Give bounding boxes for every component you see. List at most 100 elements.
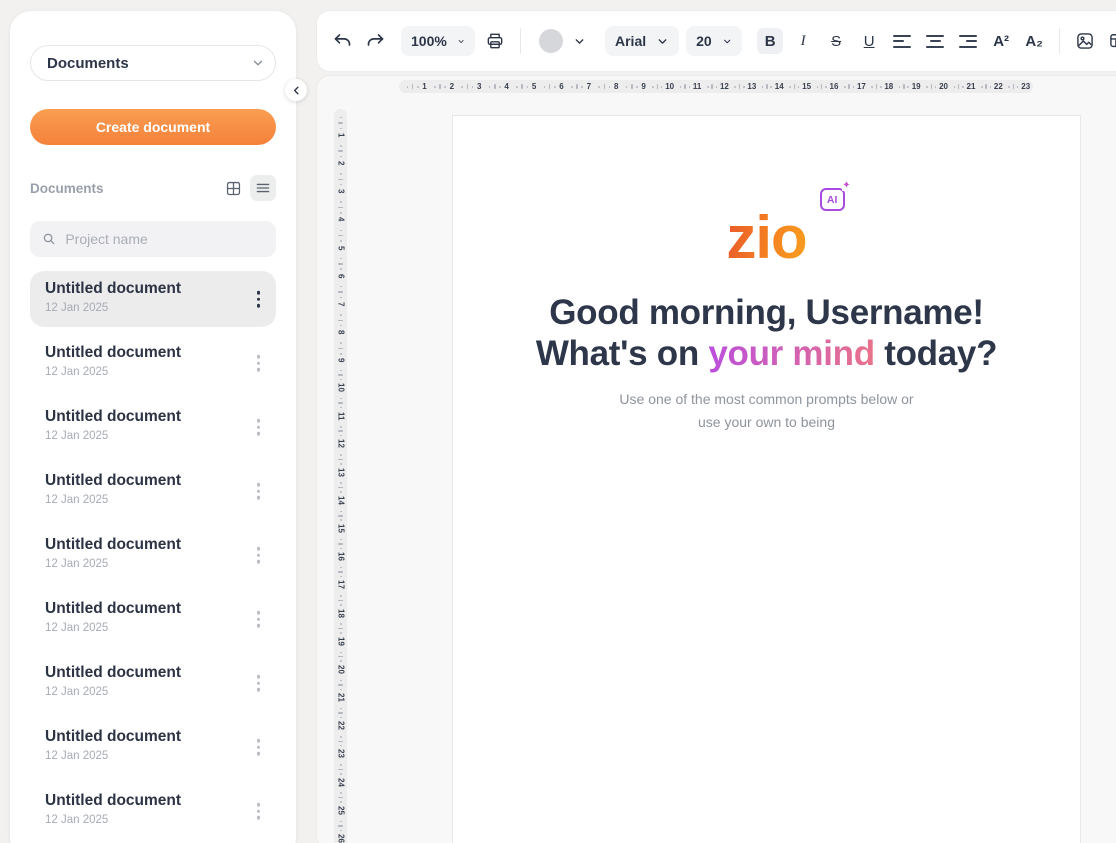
greeting-highlight: your mind [708,334,874,373]
view-toggle [220,175,276,201]
document-title: Untitled document [45,792,246,810]
ruler-cell: 4 [485,80,512,93]
create-document-button[interactable]: Create document [30,109,276,145]
kebab-menu-button[interactable] [253,415,265,440]
ruler-cell: 21 [334,677,347,705]
ruler-cell: 19 [896,80,923,93]
print-icon [485,31,505,51]
kebab-menu-button[interactable] [253,479,265,504]
italic-button[interactable]: I [790,28,816,54]
document-list: Untitled document 12 Jan 2025 Untitled d… [30,271,276,839]
font-size-value: 20 [696,33,712,49]
align-right-icon [959,35,977,48]
document-page[interactable]: zio AI ✦ Good morning, Username! What's … [452,115,1081,843]
ruler-cell: 22 [334,705,347,733]
greeting-line1: Good morning, Username! [549,293,984,332]
chevron-down-icon [656,35,669,48]
document-list-item[interactable]: Untitled document 12 Jan 2025 [30,271,276,327]
document-list-item[interactable]: Untitled document 12 Jan 2025 [30,591,276,647]
ruler-cell: 12 [334,423,347,451]
chevron-down-icon [573,35,586,48]
align-right-button[interactable] [955,28,981,54]
document-date: 12 Jan 2025 [45,430,246,442]
subscript-button[interactable]: A₂ [1021,28,1047,54]
ruler-cell: 2 [334,141,347,169]
align-center-icon [926,35,944,48]
ruler-cell: 5 [513,80,540,93]
kebab-menu-button[interactable] [253,671,265,696]
kebab-menu-button[interactable] [253,607,265,632]
document-date: 12 Jan 2025 [45,558,246,570]
kebab-menu-button[interactable] [253,799,265,824]
document-list-item[interactable]: Untitled document 12 Jan 2025 [30,463,276,519]
strikethrough-button[interactable]: S [823,28,849,54]
text-color-swatch[interactable] [539,29,563,53]
ruler-cell: 7 [567,80,594,93]
superscript-button[interactable]: A² [988,28,1014,54]
ruler-cell: 9 [334,339,347,367]
document-list-item[interactable]: Untitled document 12 Jan 2025 [30,783,276,839]
ruler-cell: 2 [430,80,457,93]
sparkle-icon: ✦ [842,181,850,191]
list-view-button[interactable] [250,175,276,201]
kebab-menu-button[interactable] [253,735,265,760]
ruler-cell: 11 [677,80,704,93]
ruler-cell: 15 [786,80,813,93]
insert-image-button[interactable] [1072,28,1098,54]
align-center-button[interactable] [922,28,948,54]
kebab-menu-button[interactable] [253,287,265,312]
ruler-cell: 26 [334,818,347,843]
document-list-item[interactable]: Untitled document 12 Jan 2025 [30,399,276,455]
collection-selector-label: Documents [47,55,129,72]
document-list-item[interactable]: Untitled document 12 Jan 2025 [30,335,276,391]
document-title: Untitled document [45,728,246,746]
kebab-menu-button[interactable] [253,351,265,376]
document-list-item[interactable]: Untitled document 12 Jan 2025 [30,655,276,711]
grid-view-button[interactable] [220,175,246,201]
font-family-select[interactable]: Arial [605,26,679,56]
greeting-line2-prefix: What's on [536,334,709,373]
ruler-cell: 16 [334,536,347,564]
editor-toolbar: 100% Arial 20 B I S U A² A₂ [316,10,1116,72]
chevron-left-icon [291,85,302,96]
ruler-cell: 20 [334,649,347,677]
document-list-item[interactable]: Untitled document 12 Jan 2025 [30,719,276,775]
document-title: Untitled document [45,664,246,682]
underline-button[interactable]: U [856,28,882,54]
chevron-down-icon [722,35,732,48]
ruler-cell: 7 [334,282,347,310]
app-root: Documents Create document Documents [0,0,1116,843]
font-family-value: Arial [615,33,646,49]
zoom-value: 100% [411,33,447,49]
ruler-cell: 6 [540,80,567,93]
search-icon [42,231,56,247]
ruler-cell: 22 [978,80,1005,93]
font-size-select[interactable]: 20 [686,26,742,56]
chevron-down-icon [457,35,465,48]
kebab-menu-button[interactable] [253,543,265,568]
sidebar-collapse-button[interactable] [285,79,307,101]
redo-button[interactable] [362,28,388,54]
collection-selector[interactable]: Documents [30,45,276,81]
undo-button[interactable] [329,28,355,54]
greeting-heading: Good morning, Username! What's on your m… [536,293,997,374]
ruler-cell: 9 [622,80,649,93]
document-title: Untitled document [45,536,246,554]
ruler-cell: 13 [334,451,347,479]
ai-badge: AI ✦ [820,188,845,211]
print-button[interactable] [482,28,508,54]
search-input[interactable] [65,231,264,247]
ruler-cell: 18 [334,592,347,620]
zoom-select[interactable]: 100% [401,26,475,56]
insert-table-button[interactable] [1105,28,1116,54]
search-box [30,221,276,257]
align-left-button[interactable] [889,28,915,54]
text-color-dropdown[interactable] [566,28,592,54]
ruler-cell: 4 [334,198,347,226]
document-date: 12 Jan 2025 [45,814,246,826]
bold-button[interactable]: B [757,28,783,54]
vertical-ruler: 1234567891011121314151617181920212223242… [334,109,347,843]
document-list-item[interactable]: Untitled document 12 Jan 2025 [30,527,276,583]
document-date: 12 Jan 2025 [45,686,246,698]
ruler-cell: 8 [595,80,622,93]
